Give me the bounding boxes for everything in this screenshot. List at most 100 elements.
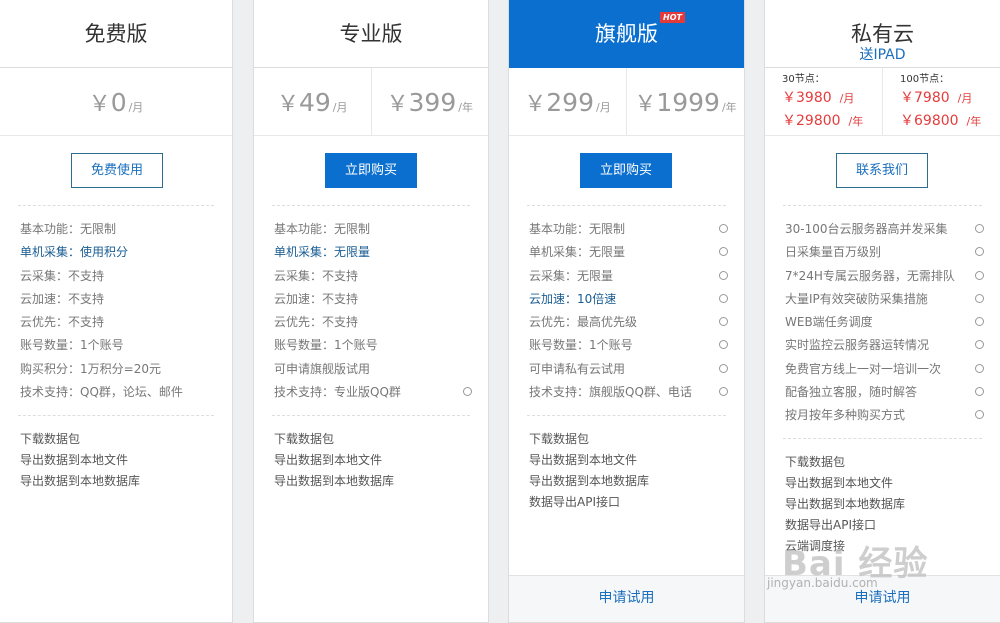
plan-header: 专业版 <box>254 0 488 68</box>
price-monthly: ￥299/月 <box>524 88 611 117</box>
extra-list: 下载数据包 导出数据到本地文件 导出数据到本地数据库 <box>20 430 216 493</box>
buy-now-button[interactable]: 立即购买 <box>580 153 672 188</box>
list-item: 导出数据到本地数据库 <box>529 474 650 488</box>
circle-icon <box>719 387 728 397</box>
list-item: 下载数据包 <box>20 432 81 446</box>
list-item: 实时监控云服务器运转情况 <box>785 336 984 359</box>
list-item: 日采集量百万级别 <box>785 243 984 266</box>
list-item: 云加速：10倍速 <box>529 290 728 313</box>
circle-icon <box>463 387 472 397</box>
list-item: 导出数据到本地文件 <box>785 476 894 490</box>
free-use-button[interactable]: 免费使用 <box>71 153 163 188</box>
list-item: 可申请旗舰版试用 <box>274 361 371 376</box>
list-item: 云优先：不支持 <box>274 315 359 330</box>
list-item: 30-100台云服务器高并发采集 <box>785 220 984 243</box>
price-row: ￥49/月 ￥399/年 <box>254 68 488 136</box>
list-item: 按月按年多种购买方式 <box>785 406 984 429</box>
circle-icon <box>975 293 984 303</box>
divider <box>783 205 982 206</box>
feature-list: 基本功能：无限制 单机采集：无限量 云采集：不支持 云加速：不支持 云优先：不支… <box>274 220 472 406</box>
list-item: 免费官方线上一对一培训一次 <box>785 360 984 383</box>
feature-list: 基本功能：无限制 单机采集：使用积分 云采集：不支持 云加速：不支持 云优先：不… <box>20 220 216 406</box>
circle-icon <box>975 270 984 280</box>
plan-header: 旗舰版 HOT <box>509 0 744 68</box>
circle-icon <box>975 387 984 397</box>
plan-header: 私有云 送IPAD <box>765 0 1000 68</box>
list-item: 技术支持：旗舰版QQ群、电话 <box>529 383 728 406</box>
list-item: 7*24H专属云服务器，无需排队 <box>785 267 984 290</box>
plan-card-free: 免费版 ￥0/月 免费使用 基本功能：无限制 单机采集：使用积分 云采集：不支持… <box>0 0 233 623</box>
list-item: 导出数据到本地文件 <box>529 453 638 467</box>
divider <box>527 205 726 206</box>
list-item: 云加速：不支持 <box>20 291 105 306</box>
feature-list: 基本功能：无限制 单机采集：无限量 云采集：无限量 云加速：10倍速 云优先：最… <box>529 220 728 406</box>
price-row: ￥299/月 ￥1999/年 <box>509 68 744 136</box>
list-item: 云加速：不支持 <box>274 291 359 306</box>
circle-icon <box>719 293 728 303</box>
list-item: 账号数量：1个账号 <box>274 338 378 353</box>
buy-now-button[interactable]: 立即购买 <box>325 153 417 188</box>
divider <box>18 415 214 416</box>
divider <box>272 205 470 206</box>
list-item: 大量IP有效突破防采集措施 <box>785 290 984 313</box>
plan-title: 私有云 <box>851 22 914 46</box>
list-item: 账号数量：1个账号 <box>20 338 124 353</box>
list-item: 下载数据包 <box>785 455 846 469</box>
plan-title: 免费版 <box>84 22 148 46</box>
list-item: 导出数据到本地文件 <box>274 453 383 467</box>
list-item: 技术支持：QQ群，论坛、邮件 <box>20 385 183 400</box>
list-item: 基本功能：无限制 <box>529 220 728 243</box>
extra-list: 下载数据包 导出数据到本地文件 导出数据到本地数据库 数据导出API接口 <box>529 430 728 514</box>
price-monthly: ￥49/月 <box>276 88 348 117</box>
apply-trial-link[interactable]: 申请试用 <box>765 575 1000 622</box>
circle-icon <box>719 363 728 373</box>
price-row: ￥0/月 <box>0 68 232 136</box>
list-item: 数据导出API接口 <box>785 518 876 532</box>
list-item: 单机采集：使用积分 <box>20 245 129 260</box>
circle-icon <box>719 340 728 350</box>
list-item: 导出数据到本地文件 <box>20 453 129 467</box>
list-item: 云采集：不支持 <box>20 268 105 283</box>
plan-card-private-cloud: 私有云 送IPAD 30节点： ￥3980/月 ￥29800/年 100节点： … <box>764 0 1000 623</box>
list-item: WEB端任务调度 <box>785 313 984 336</box>
plan-title: 专业版 <box>339 22 403 46</box>
list-item: 单机采集：无限量 <box>274 245 371 260</box>
list-item: 导出数据到本地数据库 <box>785 497 906 511</box>
list-item: 账号数量：1个账号 <box>529 336 728 359</box>
list-item: 导出数据到本地数据库 <box>274 474 395 488</box>
list-item: 数据导出API接口 <box>529 495 620 509</box>
circle-icon <box>975 340 984 350</box>
price-yearly: ￥399/年 <box>370 68 489 135</box>
list-item: 配备独立客服，随时解答 <box>785 383 984 406</box>
plan-title: 旗舰版 <box>595 22 658 46</box>
circle-icon <box>719 270 728 280</box>
extra-list: 下载数据包 导出数据到本地文件 导出数据到本地数据库 <box>274 430 472 493</box>
circle-icon <box>975 317 984 327</box>
plan-header: 免费版 <box>0 0 232 68</box>
list-item: 云优先：不支持 <box>20 315 105 330</box>
list-item: 下载数据包 <box>529 432 590 446</box>
list-item: 单机采集：无限量 <box>529 243 728 266</box>
list-item: 技术支持：专业版QQ群 <box>274 383 472 406</box>
list-item: 基本功能：无限制 <box>20 222 117 236</box>
list-item: 云端调度接 <box>785 539 846 553</box>
price-30-nodes: 30节点： ￥3980/月 ￥29800/年 <box>782 74 864 129</box>
circle-icon <box>719 224 728 233</box>
divider <box>527 415 726 416</box>
price-100-nodes: 100节点： ￥7980/月 ￥69800/年 <box>882 68 1000 135</box>
apply-trial-link[interactable]: 申请试用 <box>509 575 744 622</box>
circle-icon <box>975 224 984 233</box>
list-item: 导出数据到本地数据库 <box>20 474 141 488</box>
list-item: 基本功能：无限制 <box>274 222 371 236</box>
circle-icon <box>975 410 984 420</box>
contact-us-button[interactable]: 联系我们 <box>836 153 928 188</box>
list-item: 下载数据包 <box>274 432 335 446</box>
extra-list: 下载数据包 导出数据到本地文件 导出数据到本地数据库 数据导出API接口 云端调… <box>785 453 984 558</box>
circle-icon <box>719 317 728 327</box>
list-item: 云优先：最高优先级 <box>529 313 728 336</box>
circle-icon <box>975 247 984 257</box>
plan-subtitle: 送IPAD <box>859 47 906 63</box>
feature-list: 30-100台云服务器高并发采集 日采集量百万级别 7*24H专属云服务器，无需… <box>785 220 984 430</box>
hot-badge: HOT <box>660 12 685 23</box>
price-row: 30节点： ￥3980/月 ￥29800/年 100节点： ￥7980/月 ￥6… <box>765 68 1000 136</box>
